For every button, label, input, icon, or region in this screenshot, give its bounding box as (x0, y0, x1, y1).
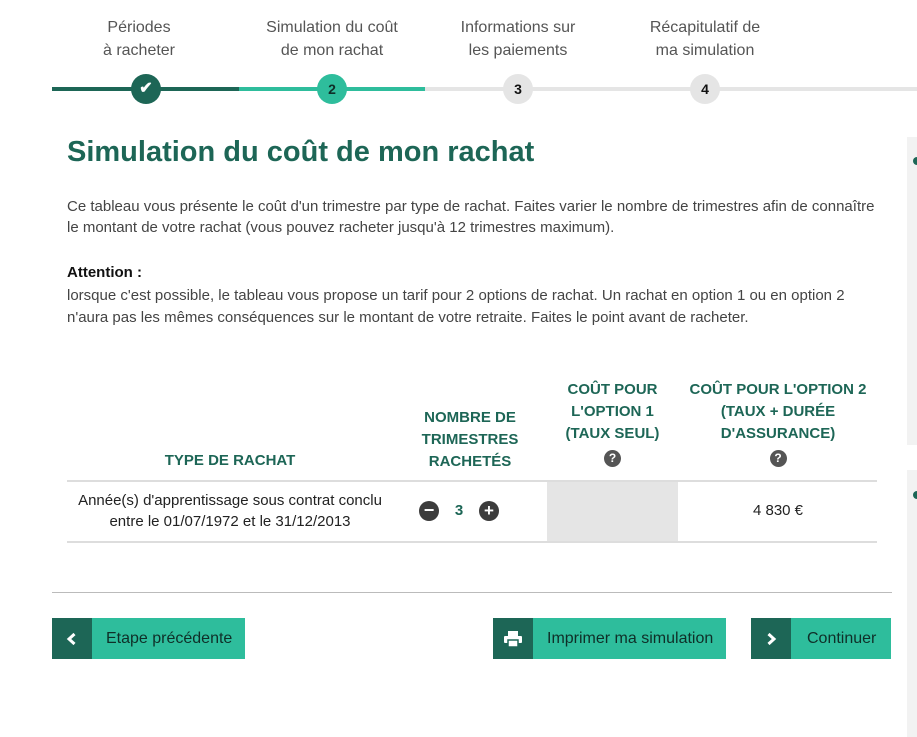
header-type: TYPE DE RACHAT (164, 452, 296, 469)
side-panel-bullet-icon (913, 491, 917, 499)
side-panel-edge (907, 137, 917, 445)
previous-step-button[interactable]: Etape précédente (52, 618, 246, 659)
header-option1: COÛT POUR L'OPTION 1 (TAUX SEUL) ? (565, 381, 660, 467)
step-2-marker: 2 (317, 74, 347, 104)
step-line-todo (425, 87, 917, 91)
continue-button[interactable]: Continuer (751, 618, 892, 659)
help-icon[interactable]: ? (769, 450, 787, 467)
help-icon[interactable]: ? (604, 450, 621, 467)
step-4-label: Récapitulatif de ma simulation (649, 19, 761, 59)
print-simulation-button[interactable]: Imprimer ma simulation (493, 618, 727, 659)
step-4-marker: 4 (690, 74, 720, 104)
side-panel-bullet-icon (913, 157, 917, 165)
step-2-label: Simulation du coût de mon rachat (266, 19, 398, 59)
side-panel-edge (907, 470, 917, 737)
chevron-right-icon (751, 618, 791, 659)
decrease-quantity-button[interactable]: − (419, 501, 439, 521)
page-title: Simulation du coût de mon rachat (67, 136, 535, 168)
attention-text: lorsque c'est possible, le tableau vous … (67, 287, 845, 326)
intro-text: Ce tableau vous présente le coût d'un tr… (67, 198, 875, 236)
step-1-label: Périodes à racheter (102, 19, 176, 59)
step-1-check-icon[interactable]: ✔ (131, 74, 161, 104)
row-type-cell: Année(s) d'apprentissage sous contrat co… (78, 492, 382, 530)
printer-icon (493, 618, 533, 659)
chevron-left-icon (52, 618, 92, 659)
continue-label: Continuer (791, 618, 892, 659)
header-count: NOMBRE DE TRIMESTRES RACHETÉS (421, 409, 519, 470)
quantity-value: 3 (454, 502, 464, 519)
table-header-divider (67, 480, 877, 482)
previous-step-label: Etape précédente (92, 618, 246, 659)
print-simulation-label: Imprimer ma simulation (533, 618, 727, 659)
header-option2: COÛT POUR L'OPTION 2 (TAUX + DURÉE D'ASS… (689, 381, 867, 467)
step-3-marker: 3 (503, 74, 533, 104)
progress-stepper: Périodes à racheter Simulation du coût d… (0, 0, 917, 110)
section-separator (52, 592, 892, 593)
option1-cost-cell (547, 482, 678, 541)
option2-cost-cell: 4 830 € (752, 502, 804, 519)
increase-quantity-button[interactable]: + (479, 501, 499, 521)
table-bottom-divider (67, 541, 877, 543)
attention-title: Attention : (67, 264, 142, 281)
step-3-label: Informations sur les paiements (460, 19, 576, 59)
